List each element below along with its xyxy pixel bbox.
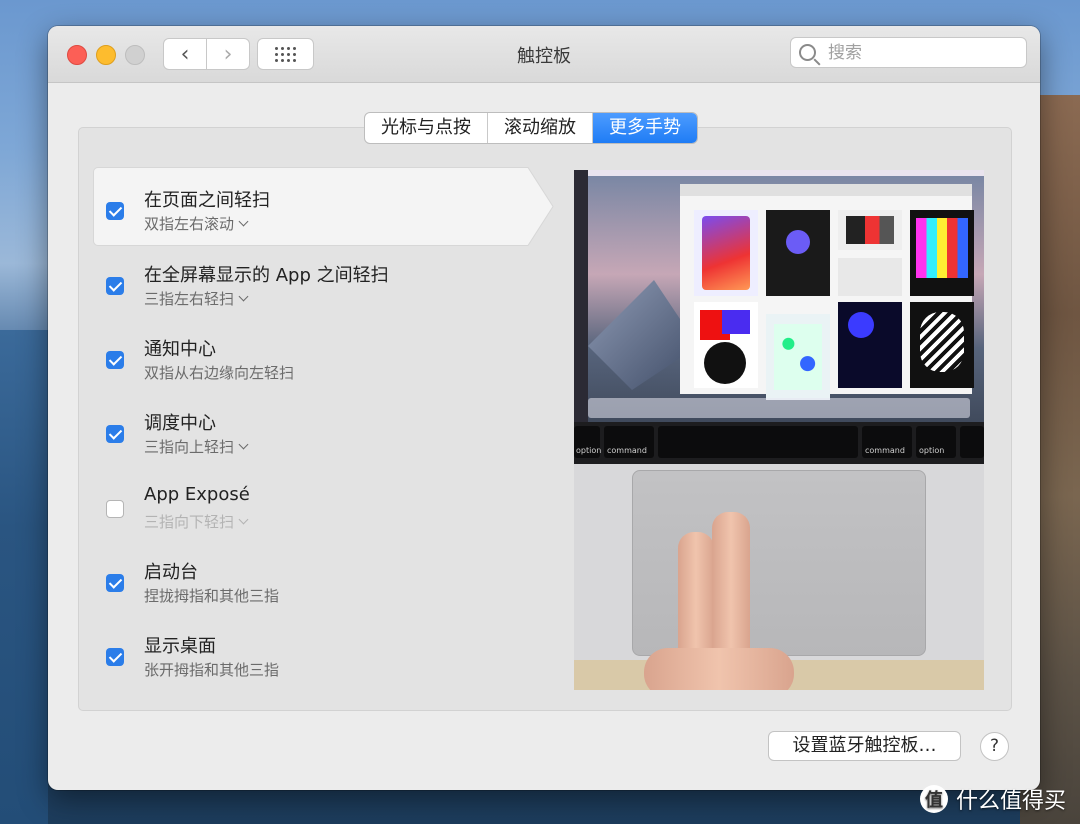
gesture-subtitle: 三指向上轻扫	[144, 438, 235, 456]
checkmark-icon	[108, 574, 122, 589]
gesture-option-dropdown[interactable]: 双指左右滚动	[144, 213, 249, 234]
gesture-title: 通知中心	[144, 339, 216, 360]
title-bar: ‹ › 触控板	[48, 26, 1040, 83]
tab-bar: 光标与点按 滚动缩放 更多手势	[364, 112, 698, 144]
gesture-checkbox[interactable]	[106, 202, 124, 220]
checkmark-icon	[108, 425, 122, 440]
preview-key: command	[862, 426, 912, 458]
preview-trackpad	[632, 470, 926, 656]
gesture-checkbox[interactable]	[106, 351, 124, 369]
gesture-subtitle: 双指左右滚动	[144, 215, 235, 233]
tab-more-gestures[interactable]: 更多手势	[593, 113, 697, 143]
tab-point-and-click[interactable]: 光标与点按	[365, 113, 488, 143]
gesture-checkbox[interactable]	[106, 425, 124, 443]
gesture-item-show-desktop[interactable]: 显示桌面 张开拇指和其他三指	[106, 619, 506, 679]
gesture-title: 在全屏幕显示的 App 之间轻扫	[144, 265, 389, 286]
gesture-subtitle: 三指向下轻扫	[144, 513, 235, 531]
gesture-option-dropdown[interactable]: 三指向上轻扫	[144, 436, 249, 457]
preview-poster	[838, 210, 902, 250]
preview-spacebar	[658, 426, 858, 458]
gesture-item-mission-control[interactable]: 调度中心 三指向上轻扫	[106, 396, 506, 456]
gesture-item-swipe-pages[interactable]: 在页面之间轻扫 双指左右滚动	[106, 173, 506, 233]
gesture-title: 在页面之间轻扫	[144, 190, 270, 211]
preview-key: command	[604, 426, 654, 458]
trackpad-preferences-window: ‹ › 触控板 光标与点按 滚动缩放 更多手势	[48, 26, 1040, 790]
gesture-description: 双指从右边缘向左轻扫	[144, 362, 294, 383]
selection-pointer-icon	[524, 167, 554, 246]
gesture-item-notification-center[interactable]: 通知中心 双指从右边缘向左轻扫	[106, 322, 506, 382]
chevron-down-icon	[238, 439, 249, 450]
setup-bluetooth-trackpad-button[interactable]: 设置蓝牙触控板…	[768, 731, 961, 761]
gesture-description: 张开拇指和其他三指	[144, 659, 279, 680]
checkmark-icon	[108, 351, 122, 366]
help-button[interactable]: ?	[980, 732, 1009, 761]
gesture-option-dropdown[interactable]: 三指向下轻扫	[144, 511, 249, 532]
preview-dock	[588, 398, 970, 418]
preview-poster	[766, 314, 830, 400]
gesture-title: 启动台	[144, 562, 198, 583]
preview-hand	[644, 648, 794, 690]
preview-key: option	[916, 426, 956, 458]
gesture-option-dropdown[interactable]: 三指左右轻扫	[144, 288, 249, 309]
chevron-down-icon	[238, 514, 249, 525]
gesture-item-app-expose[interactable]: App Exposé 三指向下轻扫	[106, 471, 506, 531]
desktop-sea	[0, 330, 48, 824]
gesture-preview-video: option command command option	[574, 170, 984, 690]
gesture-title: App Exposé	[144, 484, 250, 505]
gesture-checkbox[interactable]	[106, 648, 124, 666]
gesture-subtitle: 捏拢拇指和其他三指	[144, 587, 280, 605]
gesture-subtitle: 双指从右边缘向左轻扫	[144, 364, 295, 382]
preview-poster	[838, 302, 902, 388]
gesture-item-launchpad[interactable]: 启动台 捏拢拇指和其他三指	[106, 545, 506, 605]
search-input[interactable]	[826, 41, 1000, 64]
checkmark-icon	[108, 648, 122, 663]
preview-poster	[694, 302, 758, 388]
preview-key	[960, 426, 984, 458]
preview-keyboard: option command command option	[574, 422, 984, 464]
gesture-checkbox[interactable]	[106, 574, 124, 592]
watermark-logo: 值	[919, 785, 948, 813]
preview-mac-screen	[574, 170, 984, 422]
preview-url-bar	[680, 184, 972, 196]
checkmark-icon	[108, 277, 122, 292]
preview-poster	[694, 210, 758, 296]
checkmark-icon	[108, 202, 122, 217]
preview-poster	[838, 258, 902, 296]
chevron-down-icon	[238, 216, 249, 227]
preview-poster	[910, 210, 974, 296]
search-icon	[799, 44, 816, 61]
preview-menu-bar	[588, 170, 984, 176]
gesture-title: 调度中心	[144, 413, 216, 434]
preview-poster	[910, 302, 974, 388]
gesture-subtitle: 张开拇指和其他三指	[144, 661, 280, 679]
watermark: 值 什么值得买	[919, 784, 1066, 814]
gesture-title: 显示桌面	[144, 636, 216, 657]
gesture-subtitle: 三指左右轻扫	[144, 290, 235, 308]
watermark-text: 什么值得买	[955, 789, 1066, 814]
gesture-description: 捏拢拇指和其他三指	[144, 585, 279, 606]
preview-key: option	[574, 426, 601, 458]
tab-scroll-and-zoom[interactable]: 滚动缩放	[488, 113, 593, 143]
gesture-item-swipe-fullscreen-apps[interactable]: 在全屏幕显示的 App 之间轻扫 三指左右轻扫	[106, 248, 506, 308]
search-field[interactable]	[790, 37, 1027, 68]
gesture-checkbox[interactable]	[106, 277, 124, 295]
preview-poster	[766, 210, 830, 296]
chevron-down-icon	[238, 291, 249, 302]
gesture-checkbox[interactable]	[106, 500, 124, 518]
preview-browser-window	[680, 184, 974, 400]
